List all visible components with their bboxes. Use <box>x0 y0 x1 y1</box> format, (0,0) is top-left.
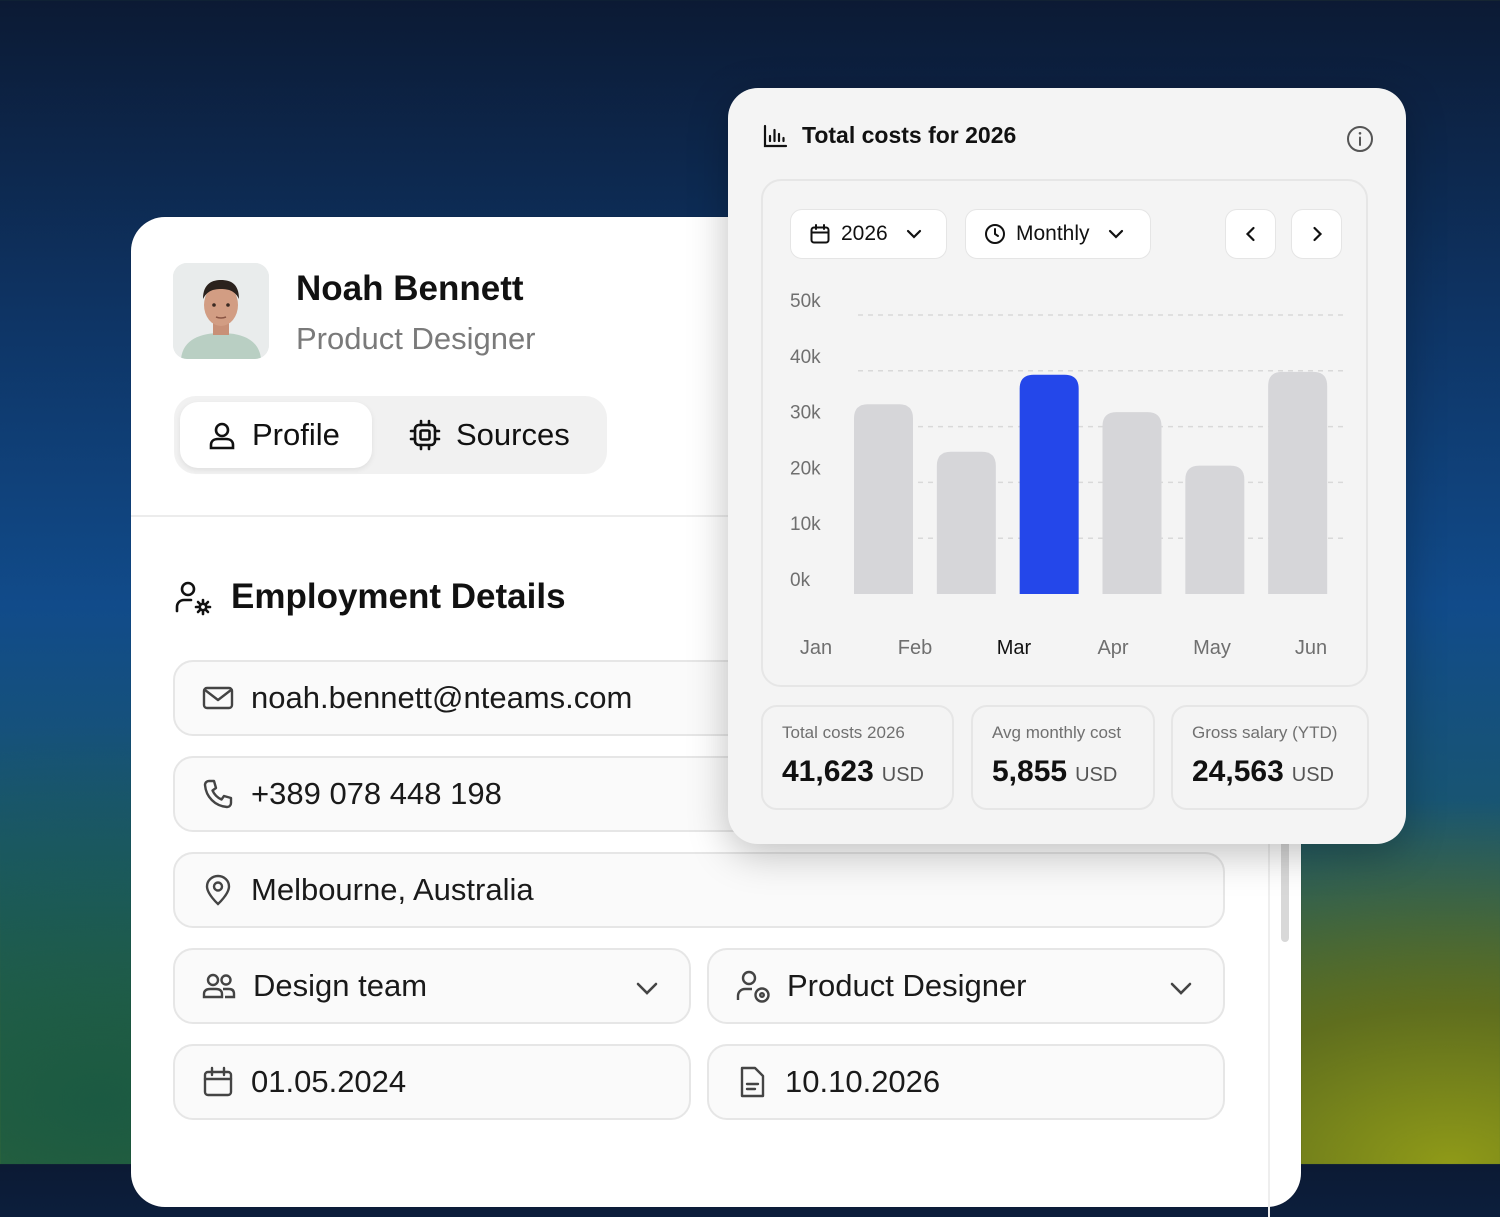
tab-sources-label: Sources <box>456 417 570 452</box>
chart-panel: 2026 Monthly 0k 10k 20k 30k 40k 50k Jan … <box>761 179 1368 687</box>
stat-total-costs: Total costs 2026 41,623 USD <box>761 705 954 810</box>
info-icon[interactable] <box>1346 125 1374 153</box>
x-tick-label: Jan <box>800 637 832 659</box>
bar-jun <box>1268 371 1328 594</box>
cost-bar-chart: 0k 10k 20k 30k 40k 50k Jan Feb Mar Apr May Jun <box>790 291 1343 659</box>
x-tick-label: Jun <box>1295 637 1327 659</box>
phone-value: +389 078 448 198 <box>251 776 502 811</box>
bar-chart-icon <box>762 123 788 149</box>
bar-feb <box>936 451 996 594</box>
scroll-track <box>1268 817 1270 1217</box>
stat-value-row: 24,563 USD <box>1192 755 1367 789</box>
email-value: noah.bennett@nteams.com <box>251 680 633 715</box>
document-icon <box>735 1065 769 1099</box>
y-tick-label: 40k <box>790 347 821 368</box>
stat-label: Avg monthly cost <box>992 723 1122 742</box>
stat-unit: USD <box>881 764 924 786</box>
users-icon <box>201 969 237 1003</box>
stat-value: 5,855 <box>992 755 1068 788</box>
stat-unit: USD <box>1075 764 1118 786</box>
stat-value: 24,563 <box>1192 755 1284 788</box>
end-date-value: 10.10.2026 <box>785 1064 941 1099</box>
position-value: Product Designer <box>787 968 1027 1003</box>
position-select[interactable]: Product Designer <box>707 948 1225 1024</box>
mail-icon <box>201 681 235 715</box>
bar-apr <box>1102 412 1162 594</box>
user-icon <box>206 419 238 451</box>
x-tick-label: Mar <box>997 637 1032 659</box>
user-role: Product Designer <box>296 321 536 356</box>
bar-may <box>1185 465 1245 594</box>
chevron-down-icon <box>1167 974 1195 1002</box>
y-tick-label: 10k <box>790 514 821 535</box>
calendar-icon <box>201 1065 235 1099</box>
x-tick-label: May <box>1193 637 1231 659</box>
stat-value-row: 5,855 USD <box>992 755 1153 789</box>
location-field[interactable]: Melbourne, Australia <box>173 852 1225 928</box>
employment-details-heading: Employment Details <box>173 577 566 617</box>
user-name: Noah Bennett <box>296 269 524 308</box>
start-date-value: 01.05.2024 <box>251 1064 407 1099</box>
chevron-down-icon <box>633 974 661 1002</box>
phone-icon <box>201 777 235 811</box>
costs-card: Total costs for 2026 2026 Monthly 0k 10k… <box>728 88 1406 844</box>
y-tick-label: 30k <box>790 403 821 424</box>
y-tick-label: 50k <box>790 291 821 312</box>
section-title-text: Employment Details <box>231 577 566 616</box>
costs-card-title: Total costs for 2026 <box>802 122 1017 148</box>
x-tick-label: Apr <box>1097 637 1128 659</box>
start-date-field[interactable]: 01.05.2024 <box>173 1044 691 1120</box>
stat-value-row: 41,623 USD <box>782 755 952 789</box>
stat-label: Total costs 2026 <box>782 723 905 742</box>
stat-value: 41,623 <box>782 755 874 788</box>
avatar <box>173 263 269 359</box>
tab-profile[interactable]: Profile <box>180 402 372 468</box>
map-pin-icon <box>201 873 235 907</box>
user-settings-icon <box>173 577 213 617</box>
stat-label: Gross salary (YTD) <box>1192 723 1338 742</box>
chip-icon <box>408 418 442 452</box>
y-tick-label: 20k <box>790 458 821 479</box>
stat-unit: USD <box>1291 764 1334 786</box>
profile-tabs: Profile Sources <box>174 396 607 474</box>
team-select[interactable]: Design team <box>173 948 691 1024</box>
x-tick-label: Feb <box>898 637 932 659</box>
tab-profile-label: Profile <box>252 417 340 452</box>
stat-avg-monthly: Avg monthly cost 5,855 USD <box>971 705 1155 810</box>
stat-gross-salary: Gross salary (YTD) 24,563 USD <box>1171 705 1369 810</box>
team-value: Design team <box>253 968 428 1003</box>
bar-jan <box>854 404 913 594</box>
location-value: Melbourne, Australia <box>251 872 534 907</box>
y-tick-label: 0k <box>790 570 811 591</box>
bar-mar <box>1019 374 1079 594</box>
end-date-field[interactable]: 10.10.2026 <box>707 1044 1225 1120</box>
costs-card-header: Total costs for 2026 <box>762 122 1016 149</box>
scrollbar-thumb[interactable] <box>1281 837 1289 942</box>
user-role-icon <box>735 968 771 1004</box>
tab-sources[interactable]: Sources <box>382 402 602 468</box>
